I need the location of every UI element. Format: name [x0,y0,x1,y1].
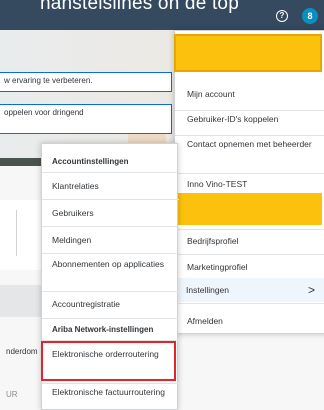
menu-item-company-profile[interactable]: Bedrijfsprofiel [187,236,324,247]
divider [175,229,324,230]
divider [175,254,324,255]
notification-text: w ervaring te verbeteren. [4,76,93,85]
avatar[interactable]: 8 [302,8,318,24]
divider [42,172,179,173]
notification-banner[interactable]: w ervaring te verbeteren. [0,72,172,92]
menu-item-my-account[interactable]: Mijn account [187,89,324,100]
shell-bar: nanstelslines on de top ? 8 [0,0,324,30]
chevron-right-icon: > [308,283,316,297]
redaction-block [174,34,322,72]
notification-text: oppelen voor dringend [4,108,84,117]
submenu-item-electronic-invoice-routing[interactable]: Elektronische factuurroutering [52,387,172,398]
menu-item-settings[interactable]: Afmelden [187,316,324,327]
submenu-item-customer-relations[interactable]: Klantrelaties [52,181,172,192]
submenu-item-account-registration[interactable]: Accountregistratie [52,299,172,310]
divider [16,210,17,256]
redaction-block [174,193,322,225]
submenu-item-users[interactable]: Gebruikers [52,208,172,219]
divider [42,291,179,292]
menu-item-link-user-ids[interactable]: Gebruiker-ID's koppelen [187,114,324,125]
divider [42,199,179,200]
ariba-network-settings-header: Ariba Network-instellingen [52,325,154,334]
menu-item-company-account[interactable]: Inno Vino-TEST [187,179,324,190]
menu-item-settings-row[interactable]: Instellingen [174,278,324,302]
table-header [0,285,42,317]
notification-banner[interactable]: oppelen voor dringend [0,104,172,134]
cell-text: nderdom [6,347,38,356]
divider [42,318,179,319]
divider [175,303,324,304]
highlight-box [41,341,176,381]
menu-item-settings: Instellingen [186,285,230,295]
submenu-item-app-subscriptions[interactable]: Abonnementen op applicaties [52,259,172,270]
content-card [0,200,42,270]
divider [175,135,324,136]
divider [42,253,179,254]
menu-item-marketing-profile[interactable]: Marketingprofiel [187,262,324,273]
divider [175,110,324,111]
account-settings-header: Accountinstellingen [52,157,129,166]
divider [42,226,179,227]
cell-text: UR [6,390,18,399]
divider [42,383,179,384]
submenu-item-notifications[interactable]: Meldingen [52,235,172,246]
help-icon[interactable]: ? [276,10,288,22]
menu-item-contact-admin[interactable]: Contact opnemen met beheerder [187,139,324,150]
divider [175,173,324,174]
shell-bar-text: nanstelslines on de top [40,0,239,14]
